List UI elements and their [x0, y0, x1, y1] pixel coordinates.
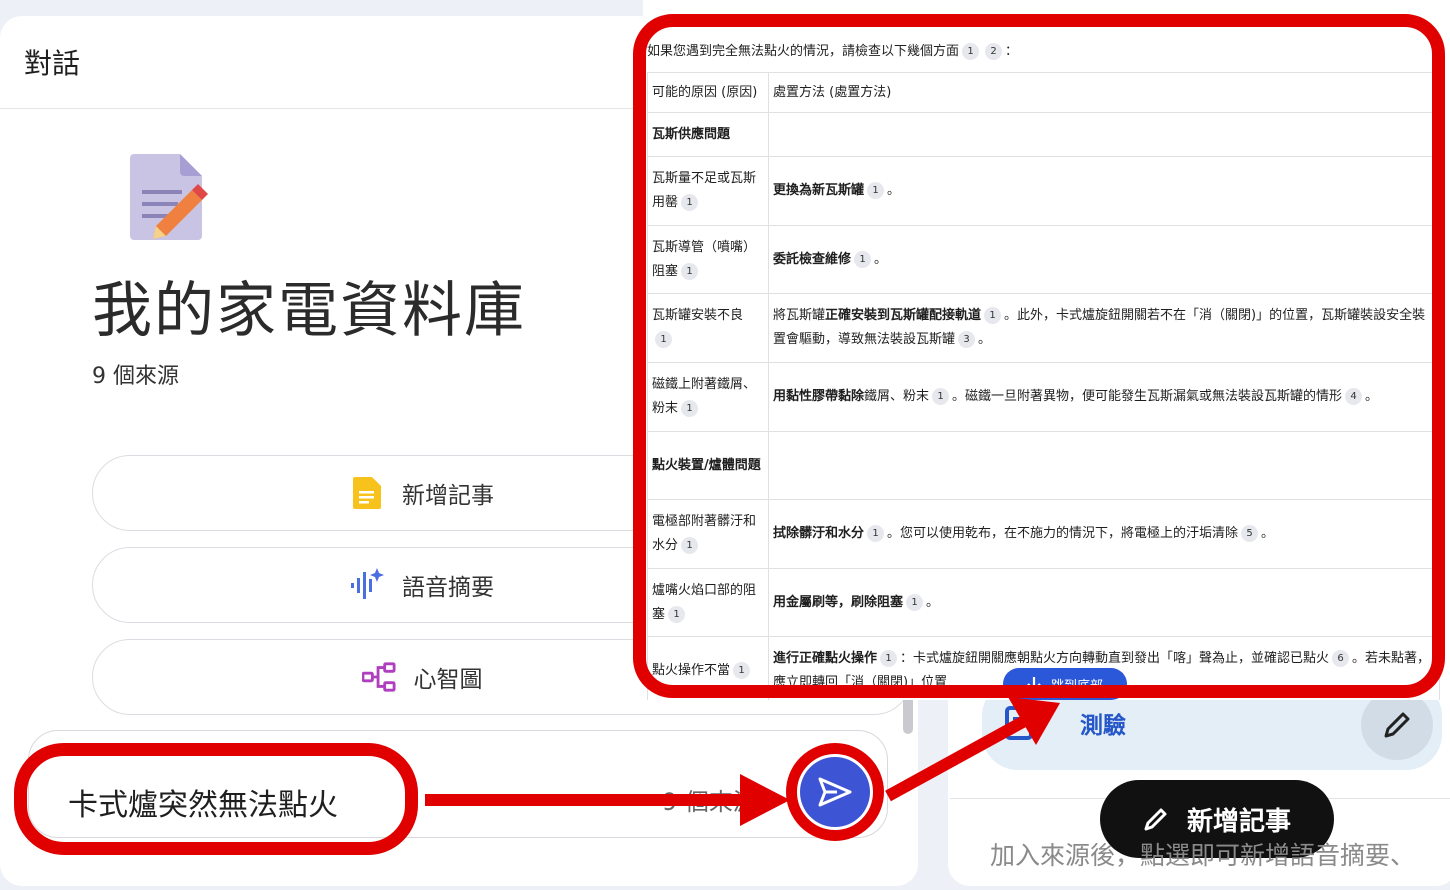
section-label: 點火裝置/爐體問題	[652, 457, 761, 473]
answer-intro-text: 如果您遇到完全無法點火的情況，請檢查以下幾個方面	[647, 44, 960, 59]
method-prefix: 將瓦斯罐	[773, 308, 826, 323]
citation-chip[interactable]: 1	[733, 662, 751, 679]
method-text: 。	[887, 183, 901, 198]
citation-chip[interactable]: 4	[1345, 388, 1363, 405]
table-row: 爐嘴火焰口部的阻塞 1 用金屬刷等，刷除阻塞 1。	[647, 568, 1440, 637]
mind-map-icon	[361, 660, 396, 694]
pencil-icon	[1144, 808, 1167, 831]
table-row: 瓦斯罐安裝不良 1 將瓦斯罐正確安裝到瓦斯罐配接軌道 1 。此外，卡式爐旋鈕開關若不在…	[647, 293, 1440, 363]
table-row: 瓦斯供應問題	[647, 112, 1440, 157]
table-row: 電極部附著髒汙和水分 1 拭除髒汙和水分 1 。您可以使用乾布，在不施力的情況下，將電…	[647, 499, 1440, 569]
audio-overview-label: 語音摘要	[402, 575, 494, 601]
cause-text: 電極部附著髒汙和水分	[652, 514, 757, 553]
method-text: 。	[926, 594, 940, 610]
citation-chip[interactable]: 1	[880, 650, 898, 667]
citation-chip[interactable]: 1	[932, 388, 950, 405]
citation-chip[interactable]: 1	[655, 331, 672, 348]
causes-table: 可能的原因 (原因) 處置方法 (處置方法) 瓦斯供應問題 瓦斯量不足或瓦斯用罄…	[647, 72, 1440, 700]
citation-chip[interactable]: 1	[854, 250, 872, 268]
citation-chip[interactable]: 1	[681, 400, 699, 417]
notebook-title: 我的家電資料庫	[92, 276, 526, 346]
citation-chip[interactable]: 1	[906, 593, 924, 611]
citation-chip[interactable]: 6	[1332, 650, 1350, 667]
citation-chip[interactable]: 1	[867, 525, 885, 542]
audio-waveform-icon	[350, 568, 384, 602]
header-cause: 可能的原因 (原因)	[647, 72, 769, 113]
method-text: 。	[874, 251, 888, 267]
citation-chip[interactable]: 1	[681, 262, 699, 280]
table-row: 瓦斯導管（噴嘴）阻塞 1 委託檢查維修 1。	[647, 225, 1440, 294]
add-note-label: 新增記事	[402, 483, 494, 509]
citation-chip[interactable]: 1	[867, 182, 885, 199]
method-bold: 更換為新瓦斯罐	[773, 183, 865, 198]
citation-chip[interactable]: 1	[668, 605, 686, 623]
send-button[interactable]	[800, 757, 870, 827]
method-bold: 進行正確點火操作	[773, 651, 878, 666]
add-note-fab-label: 新增記事	[1186, 806, 1291, 837]
jump-to-bottom-button[interactable]: 跳到底部	[1003, 668, 1127, 700]
mind-map-label: 心智圖	[413, 667, 483, 693]
citation-chip[interactable]: 2	[985, 43, 1003, 60]
quiz-icon	[1005, 706, 1033, 740]
section-label: 瓦斯供應問題	[652, 126, 731, 142]
citation-chip[interactable]: 1	[962, 43, 980, 60]
cause-text: 點火操作不當	[652, 663, 731, 678]
chat-input-text[interactable]: 卡式爐突然無法點火	[68, 780, 338, 824]
method-text: 。磁鐵一旦附著異物，便可能發生瓦斯漏氣或無法裝設瓦斯罐的情形	[952, 389, 1343, 404]
method-text: 。您可以使用乾布，在不施力的情況下，將電極上的汙垢清除	[887, 526, 1239, 541]
citation-chip[interactable]: 3	[958, 331, 976, 348]
chat-source-count: 9 個來源	[662, 788, 757, 816]
notebook-emoji-icon	[130, 154, 208, 240]
table-row: 瓦斯量不足或瓦斯用罄 1 更換為新瓦斯罐 1。	[647, 156, 1440, 226]
header-method: 處置方法 (處置方法)	[768, 72, 1440, 113]
method-text: ：卡式爐旋鈕開關應朝點火方向轉動直到發出「喀」聲為止，並確認已點火	[900, 651, 1330, 666]
method-text-end: 。	[1365, 389, 1379, 404]
jump-to-bottom-label: 跳到底部	[1050, 678, 1103, 694]
edit-pencil-icon	[1384, 712, 1410, 738]
citation-chip[interactable]: 1	[681, 194, 699, 211]
cause-text: 磁鐵上附著鐵屑、粉末	[652, 377, 757, 416]
table-header-row: 可能的原因 (原因) 處置方法 (處置方法)	[647, 72, 1440, 113]
method-prefix: 鐵屑、粉末	[864, 389, 930, 404]
answer-intro-end: ：	[1005, 44, 1019, 59]
table-row: 磁鐵上附著鐵屑、粉末 1 用黏性膠帶黏除鐵屑、粉末 1 。磁鐵一旦附著異物，便可能發生…	[647, 362, 1440, 432]
quiz-edit-button[interactable]	[1361, 690, 1433, 760]
method-text-end: 。	[1261, 526, 1275, 541]
note-icon	[350, 476, 384, 510]
arrow-down-icon	[1027, 677, 1041, 692]
method-bold: 拭除髒汙和水分	[773, 526, 865, 541]
method-text-end: 。	[978, 332, 992, 347]
cause-text: 瓦斯量不足或瓦斯用罄	[652, 171, 757, 210]
quiz-label: 測驗	[1080, 713, 1126, 739]
cause-text: 瓦斯罐安裝不良	[652, 308, 744, 323]
send-icon	[818, 777, 852, 807]
cause-text: 瓦斯導管（噴嘴）阻塞	[652, 239, 757, 279]
method-bold: 委託檢查維修	[773, 251, 852, 267]
method-bold: 用黏性膠帶黏除	[773, 389, 865, 404]
citation-chip[interactable]: 5	[1241, 525, 1259, 542]
studio-hint: 加入來源後，點選即可新增語音摘要、	[990, 841, 1416, 870]
method-bold: 正確安裝到瓦斯罐配接軌道	[825, 308, 982, 323]
answer-intro: 如果您遇到完全無法點火的情況，請檢查以下幾個方面 1 2：	[647, 40, 1018, 60]
citation-chip[interactable]: 1	[984, 307, 1002, 324]
answer-panel: 如果您遇到完全無法點火的情況，請檢查以下幾個方面 1 2： 可能的原因 (原因) 處…	[643, 0, 1450, 700]
table-row: 點火裝置/爐體問題	[647, 431, 1440, 500]
citation-chip[interactable]: 1	[681, 537, 699, 554]
source-count: 9 個來源	[92, 364, 179, 389]
method-bold: 用金屬刷等，刷除阻塞	[773, 594, 904, 610]
panel-title: 對話	[24, 47, 81, 80]
